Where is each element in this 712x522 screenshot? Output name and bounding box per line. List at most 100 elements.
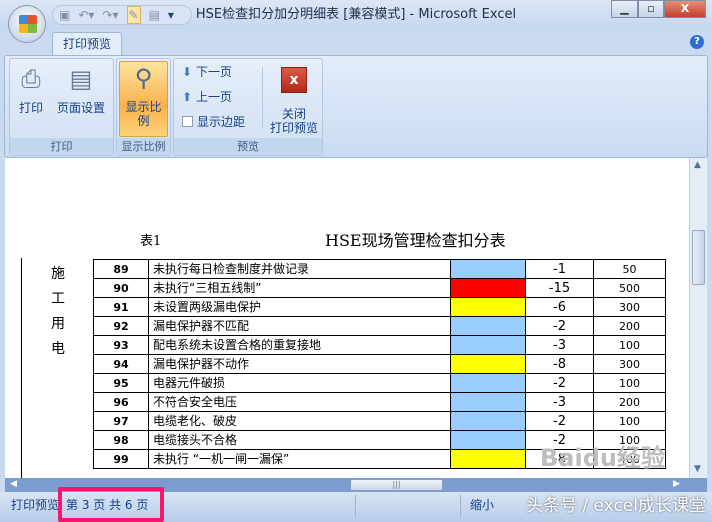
score-cell: -2 [525, 373, 594, 393]
item-description: 未执行“三相五线制” [148, 278, 451, 298]
table-row: 96 不符合安全电压 -3 200 [93, 392, 666, 412]
amount-cell: 50 [593, 259, 666, 279]
close-label-1: 关闭 [281, 107, 306, 121]
amount-cell: 100 [593, 335, 666, 355]
category-label: 施 工 用 电 [51, 262, 67, 362]
amount-cell: 100 [593, 411, 666, 431]
previous-page-label: 上一页 [196, 90, 233, 104]
horizontal-scroll-thumb[interactable]: ||| [350, 479, 443, 491]
page-setup-icon: ▤ [69, 65, 93, 93]
close-label-2: 打印预览 [269, 121, 318, 136]
status-mode: 打印预览 [11, 498, 60, 512]
deduction-table: 89 未执行每日检查制度并做记录 -1 50 90 未执行“三相五线制” -15 … [93, 259, 666, 469]
amount-cell: 200 [593, 316, 666, 336]
score-cell: -2 [525, 411, 594, 431]
severity-color-cell [450, 411, 526, 431]
category-char: 工 [51, 291, 65, 307]
next-page-icon: ⬇ [182, 65, 193, 79]
severity-color-cell [450, 335, 526, 355]
scroll-right-icon[interactable]: ▶ [673, 479, 680, 490]
table-row: 90 未执行“三相五线制” -15 500 [93, 278, 666, 298]
sheet-title: HSE现场管理检查扣分表 [325, 231, 506, 250]
table-row: 94 漏电保护器不动作 -8 300 [93, 354, 666, 374]
zoom-out-button[interactable]: 缩小 [470, 498, 494, 512]
score-cell: -3 [525, 392, 594, 412]
item-number: 92 [93, 316, 149, 336]
close-print-preview-button[interactable]: x 关闭 打印预览 [266, 61, 322, 136]
close-window-button[interactable]: X [664, 0, 706, 18]
page-setup-button[interactable]: ▤ 页面设置 [52, 63, 110, 115]
zoom-button[interactable]: ⚲ 显示比例 [119, 61, 168, 137]
printer-icon: ⎙ [21, 65, 41, 93]
severity-color-cell [450, 392, 526, 412]
help-icon[interactable]: ? [690, 35, 704, 49]
item-number: 90 [93, 278, 149, 298]
item-description: 漏电保护器不动作 [148, 354, 451, 374]
item-number: 99 [93, 449, 149, 469]
amount-cell: 500 [593, 278, 666, 298]
minimize-button[interactable]: ▁ [611, 0, 638, 18]
score-cell: -2 [525, 316, 594, 336]
score-cell: -15 [525, 278, 594, 298]
item-number: 93 [93, 335, 149, 355]
highlight-box [58, 487, 164, 522]
group-preview: ⬇ 下一页 ⬆ 上一页 显示边距 x 关闭 打印预览 预览 [173, 58, 323, 156]
baidu-watermark: Baidu经验 [540, 444, 665, 472]
show-margins-label: 显示边距 [197, 115, 246, 129]
group-label-preview: 预览 [174, 138, 322, 155]
item-description: 配电系统未设置合格的重复接地 [148, 335, 451, 355]
severity-color-cell [450, 373, 526, 393]
page-setup-label: 页面设置 [56, 101, 105, 115]
item-description: 未执行每日检查制度并做记录 [148, 259, 451, 279]
office-logo-icon [19, 15, 37, 33]
zoom-label: 显示比例 [125, 100, 162, 129]
severity-color-cell [450, 278, 526, 298]
item-number: 98 [93, 430, 149, 450]
toutiao-watermark: 头条号 / excel成长课堂 [526, 496, 706, 516]
item-number: 94 [93, 354, 149, 374]
vertical-scrollbar[interactable]: ▲ ▼ [689, 158, 707, 478]
severity-color-cell [450, 430, 526, 450]
group-label-print: 打印 [10, 138, 113, 155]
previous-page-button[interactable]: ⬆ 上一页 [182, 90, 232, 104]
score-cell: -6 [525, 297, 594, 317]
office-button[interactable] [8, 5, 46, 43]
category-char: 电 [51, 341, 65, 357]
item-description: 电器元件破损 [148, 373, 451, 393]
table-row: 91 未设置两级漏电保护 -6 300 [93, 297, 666, 317]
table-row: 93 配电系统未设置合格的重复接地 -3 100 [93, 335, 666, 355]
divider [262, 67, 263, 129]
score-cell: -3 [525, 335, 594, 355]
item-description: 不符合安全电压 [148, 392, 451, 412]
item-number: 89 [93, 259, 149, 279]
scroll-left-icon[interactable]: ◀ [10, 479, 17, 490]
restore-button[interactable]: ▫ [638, 0, 664, 18]
score-cell: -1 [525, 259, 594, 279]
print-button[interactable]: ⎙ 打印 [14, 63, 48, 115]
group-label-zoom: 显示比例 [117, 138, 170, 155]
table-row: 97 电缆老化、破皮 -2 100 [93, 411, 666, 431]
vertical-scroll-thumb[interactable] [692, 230, 705, 285]
border-line [21, 258, 22, 478]
scroll-up-icon[interactable]: ▲ [694, 160, 701, 171]
close-icon: x [281, 67, 307, 93]
severity-color-cell [450, 316, 526, 336]
tab-print-preview[interactable]: 打印预览 [52, 32, 122, 56]
window-title: HSE检查扣分加分明细表 [兼容模式] - Microsoft Excel [195, 7, 517, 22]
table-row: 89 未执行每日检查制度并做记录 -1 50 [93, 259, 666, 279]
item-number: 96 [93, 392, 149, 412]
show-margins-checkbox[interactable]: 显示边距 [182, 115, 245, 129]
checkbox-icon [182, 116, 193, 127]
item-number: 95 [93, 373, 149, 393]
magnifier-icon: ⚲ [134, 64, 153, 92]
item-number: 97 [93, 411, 149, 431]
next-page-button[interactable]: ⬇ 下一页 [182, 65, 232, 79]
group-print: ⎙ 打印 ▤ 页面设置 打印 [9, 58, 114, 156]
group-zoom: ⚲ 显示比例 显示比例 [116, 58, 171, 156]
next-page-label: 下一页 [196, 65, 233, 79]
category-char: 用 [51, 316, 65, 332]
title-bar: ▣ ↶▾ ↷▾ ✎ ▤ ▾ HSE检查扣分加分明细表 [兼容模式] - Micr… [0, 0, 712, 30]
print-label: 打印 [18, 101, 43, 115]
item-description: 未设置两级漏电保护 [148, 297, 451, 317]
scroll-down-icon[interactable]: ▼ [694, 464, 701, 475]
